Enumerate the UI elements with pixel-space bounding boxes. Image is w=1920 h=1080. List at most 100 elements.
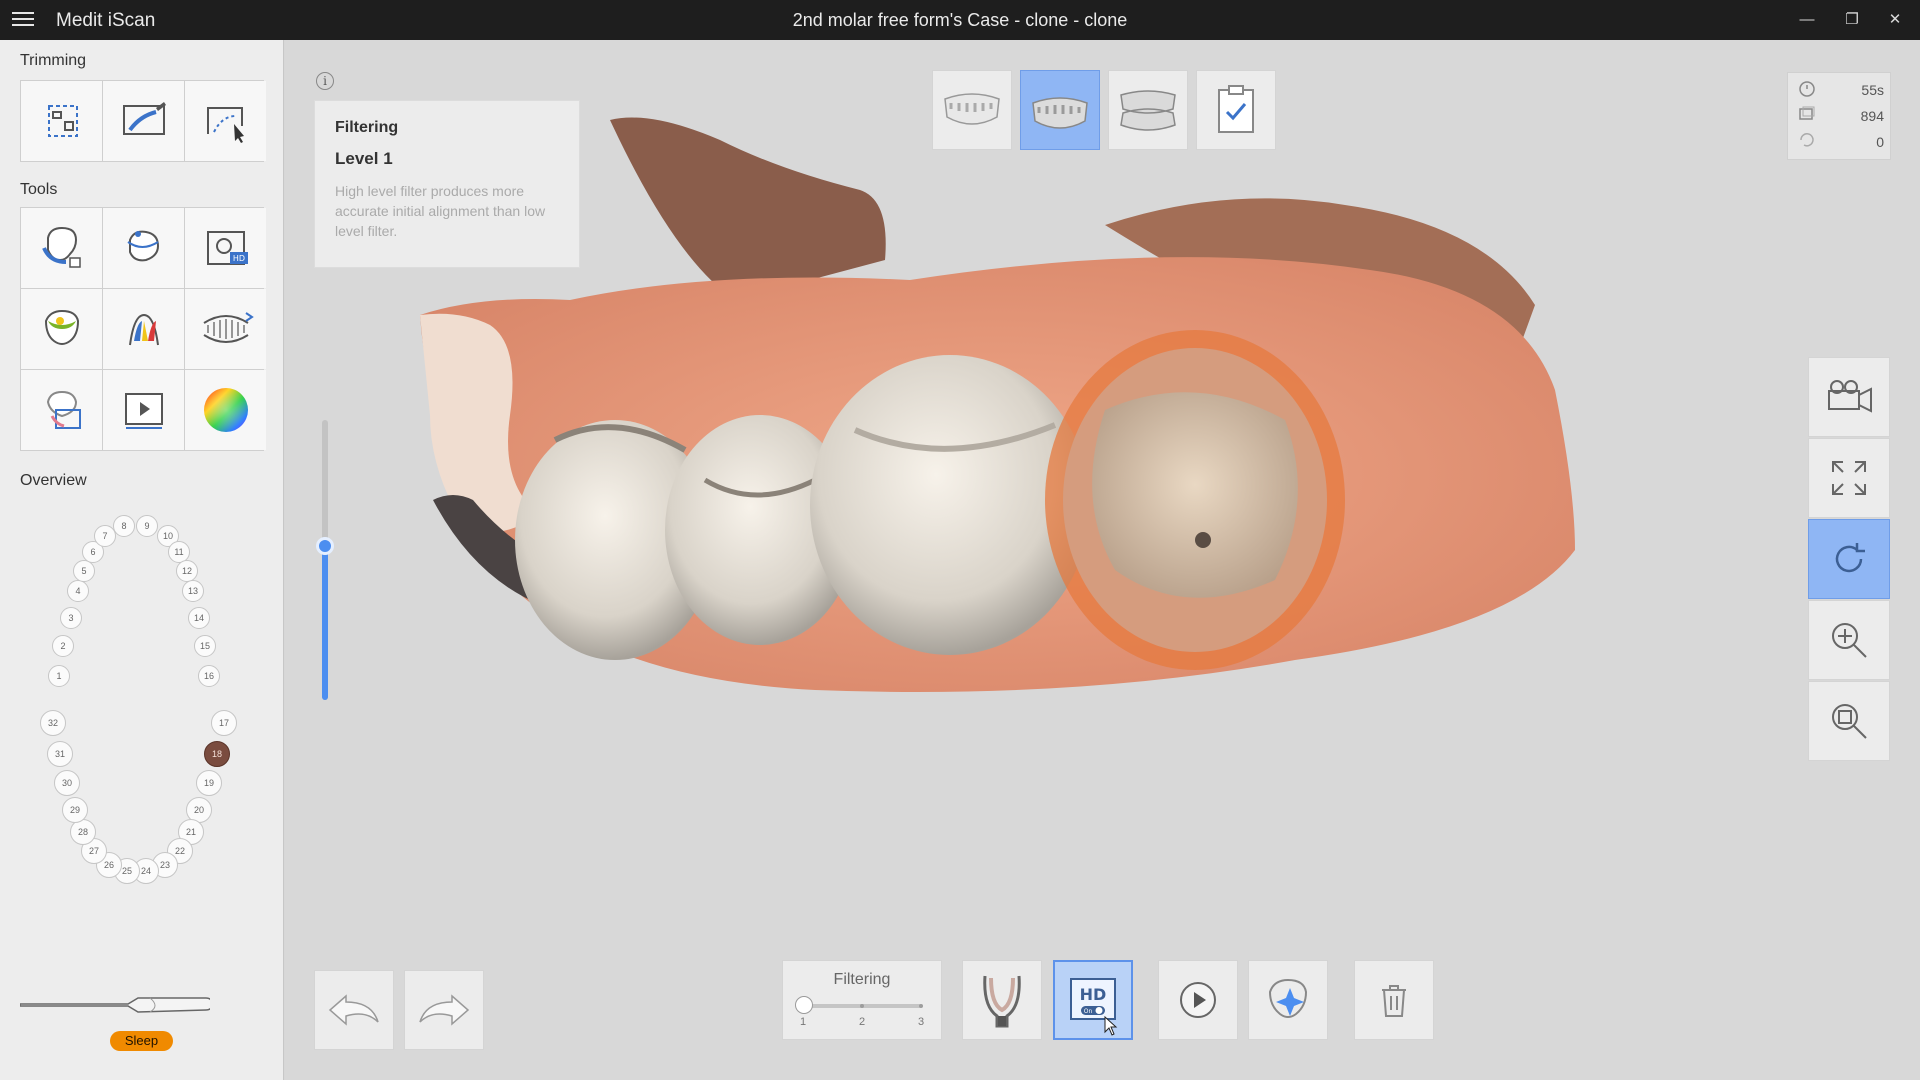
undercut-analysis-button[interactable] [103,289,184,369]
tooth-14[interactable]: 14 [188,607,210,629]
tools-grid: HD [20,207,266,451]
scan-tip-icon [983,975,1021,1028]
lasso-trim-button[interactable] [185,81,266,161]
tools-label: Tools [20,181,58,198]
lock-area-button[interactable] [21,208,102,288]
arch-alignment-button[interactable] [185,289,266,369]
brush-trim-icon [122,102,166,135]
video-play-icon [124,393,163,429]
trash-icon [1382,985,1406,1017]
compare-button[interactable] [21,370,102,450]
stopwatch-icon [1799,81,1815,97]
stat-time-value: 55s [1861,82,1884,98]
tooth-12[interactable]: 12 [176,560,198,582]
restore-button[interactable]: ❐ [1835,6,1869,34]
refresh-count-icon [1800,133,1814,147]
tooth-15[interactable]: 15 [194,635,216,657]
lasso-trim-icon [206,107,244,143]
arch-scan-button[interactable] [962,960,1042,1040]
tooth-sparkle-icon [1268,978,1308,1018]
stat-frames: 894 [1798,105,1884,129]
close-button[interactable]: ✕ [1878,6,1912,34]
tooth-18-selected[interactable]: 18 [204,741,230,767]
tooth-31[interactable]: 31 [47,741,73,767]
tooth-30[interactable]: 30 [54,770,80,796]
hd-camera-icon: HD [206,231,248,265]
slider-fill [322,545,328,700]
info-card-level: Level 1 [335,149,393,168]
fit-to-screen-button[interactable] [1808,438,1890,518]
clipboard-check-icon [1218,85,1254,133]
bite-icon [1120,90,1176,131]
info-icon[interactable]: i [316,72,334,90]
replay-button[interactable] [103,370,184,450]
view-controls [1808,357,1890,762]
occlusion-analysis-button[interactable] [21,289,102,369]
smart-scan-button[interactable] [1248,960,1328,1040]
play-circle-icon [1180,982,1216,1018]
vertical-depth-slider[interactable] [316,420,334,700]
svg-text:HD: HD [232,254,244,263]
filtering-info-card: Filtering Level 1 High level filter prod… [314,100,580,268]
video-camera-icon [1828,380,1872,413]
tooth-3[interactable]: 3 [60,607,82,629]
tooth-2[interactable]: 2 [52,635,74,657]
lower-jaw-icon [1032,97,1088,129]
mandible-button[interactable] [1020,70,1100,150]
compare-layers-icon [46,390,81,429]
trimming-label: Trimming [20,52,87,69]
stat-frames-value: 894 [1860,108,1884,124]
maxilla-button[interactable] [932,70,1012,150]
zoom-area-button[interactable] [1808,681,1890,761]
tooth-1[interactable]: 1 [48,665,70,687]
play-button[interactable] [1158,960,1238,1040]
tooth-4[interactable]: 4 [67,580,89,602]
hd-mode-label: HD [1080,985,1107,1004]
camera-view-button[interactable] [1808,357,1890,437]
tooth-5[interactable]: 5 [73,560,95,582]
tooth-chart: 1 2 3 4 5 6 7 8 9 10 11 12 13 14 15 16 1… [20,465,264,905]
review-checklist-button[interactable] [1196,70,1276,150]
undercut-icon [128,313,159,346]
upper-jaw-icon [944,93,1000,125]
hd-mode-toggle[interactable]: HD On [1053,960,1133,1040]
tooth-17[interactable]: 17 [211,710,237,736]
zoom-button[interactable] [1808,600,1890,680]
tooth-color-map-icon [44,309,79,345]
delete-button[interactable] [1354,960,1434,1040]
tooth-lock-icon [41,226,81,268]
info-card-description: High level filter produces more accurate… [335,183,546,239]
info-card-title: Filtering [335,119,399,136]
zoom-in-icon [1832,623,1867,658]
select-area-trim-button[interactable] [21,81,102,161]
tooth-19[interactable]: 19 [196,770,222,796]
rotate-view-button[interactable] [1808,519,1890,599]
arch-teeth-icon [202,312,254,343]
color-wheel-button[interactable] [185,370,266,450]
tooth-8[interactable]: 8 [113,515,135,537]
mouse-cursor-icon [1104,1016,1118,1036]
hd-mode-state: On [1084,1008,1093,1015]
document-title: 2nd molar free form's Case - clone - clo… [792,10,1128,30]
slider-knob[interactable] [316,537,334,555]
select-area-icon [47,105,78,137]
rotate-icon [1835,543,1865,573]
tooth-13[interactable]: 13 [182,580,204,602]
tooth-16[interactable]: 16 [198,665,220,687]
margin-line-button[interactable] [103,208,184,288]
color-wheel-icon [203,388,248,432]
hd-capture-button[interactable]: HD [185,208,266,288]
occlusion-button[interactable] [1108,70,1188,150]
tooth-9[interactable]: 9 [136,515,158,537]
expand-arrows-icon [1832,461,1866,495]
brush-trim-button[interactable] [103,81,184,161]
dental-scan-model[interactable] [415,100,1595,780]
zoom-area-icon [1832,704,1867,739]
scan-stats-panel: 55s 894 0 [1787,72,1891,160]
minimize-button[interactable]: — [1790,6,1824,34]
tooth-29[interactable]: 29 [62,797,88,823]
stat-time: 55s [1798,79,1884,103]
jaw-selector [932,70,1276,150]
trimming-tools [20,80,266,162]
tooth-32[interactable]: 32 [40,710,66,736]
